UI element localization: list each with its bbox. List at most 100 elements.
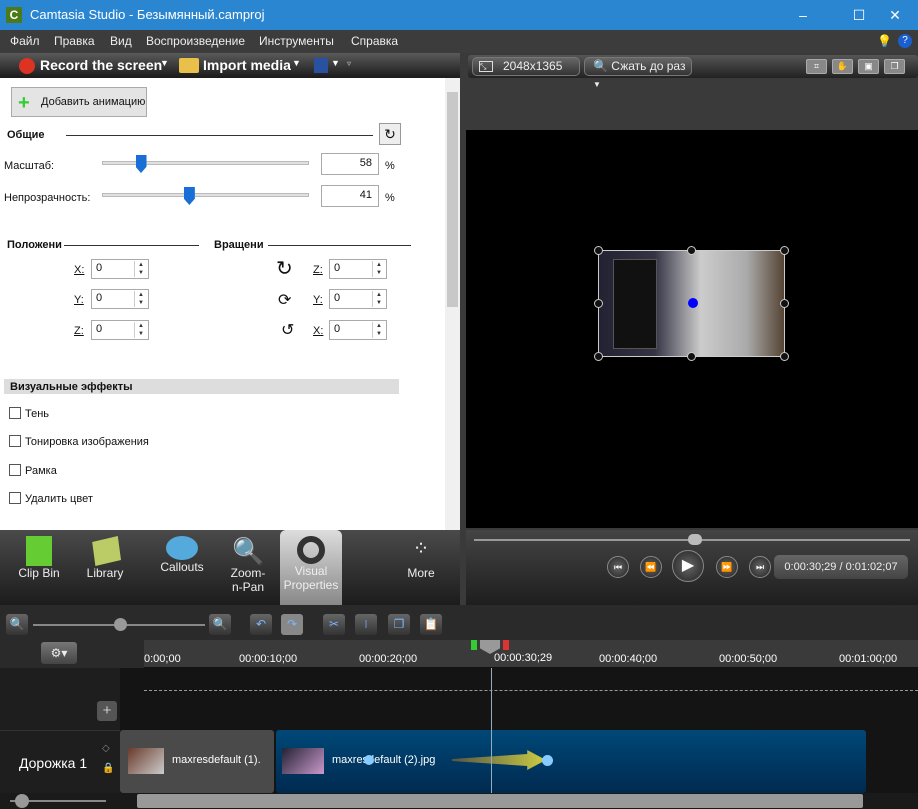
play-button[interactable]: ▶: [672, 550, 704, 582]
tab-zoom-n-pan[interactable]: 🔍 Zoom-n-Pan: [218, 530, 278, 605]
video-frame-image[interactable]: [598, 250, 785, 357]
shadow-checkbox[interactable]: [9, 407, 21, 419]
resize-handle[interactable]: [687, 352, 696, 361]
lock-icon[interactable]: 🔒: [102, 763, 114, 774]
opacity-input[interactable]: 41: [321, 185, 379, 207]
skip-forward-button[interactable]: ⏭: [749, 556, 771, 578]
resize-handle[interactable]: [780, 246, 789, 255]
tab-library[interactable]: Library: [74, 530, 136, 605]
detach-icon[interactable]: ❐: [884, 59, 905, 74]
resize-handle[interactable]: [687, 246, 696, 255]
save-icon[interactable]: [314, 58, 328, 73]
menu-view[interactable]: Вид: [110, 34, 132, 48]
resize-handle[interactable]: [594, 352, 603, 361]
resize-handle[interactable]: [780, 352, 789, 361]
crop-icon[interactable]: ⌗: [806, 59, 827, 74]
preview-canvas[interactable]: [466, 130, 918, 528]
rewind-button[interactable]: ⏪: [640, 556, 662, 578]
seek-thumb[interactable]: [687, 534, 702, 545]
resize-handle[interactable]: [594, 299, 603, 308]
import-media-button[interactable]: Import media: [203, 57, 291, 73]
pos-y-input[interactable]: 0 ▲ ▼: [91, 289, 149, 309]
vertical-scrollbar[interactable]: [445, 78, 460, 530]
animation-start-keyframe[interactable]: [364, 755, 374, 765]
resize-handle[interactable]: [594, 246, 603, 255]
animation-end-keyframe[interactable]: [542, 755, 553, 766]
skip-back-button[interactable]: ⏮: [607, 556, 629, 578]
menu-tools[interactable]: Инструменты: [259, 34, 334, 48]
rot-z-input[interactable]: 0 ▲ ▼: [329, 259, 387, 279]
scale-input[interactable]: 58: [321, 153, 379, 175]
timeline-ruler[interactable]: 0:00;00 00:00:10;00 00:00:20;00 00:00:30…: [144, 640, 918, 668]
colorize-checkbox[interactable]: [9, 435, 21, 447]
spinner-arrows-icon[interactable]: ▲ ▼: [372, 291, 385, 307]
spinner-arrows-icon[interactable]: ▲ ▼: [134, 261, 147, 277]
clip-2-selected[interactable]: maxresdefault (2).jpg: [276, 730, 866, 793]
opacity-slider-thumb[interactable]: [183, 187, 195, 205]
track-height-thumb[interactable]: [15, 794, 29, 808]
visibility-icon[interactable]: ◇: [102, 743, 110, 754]
help-icon[interactable]: ?: [898, 34, 912, 48]
fit-icon[interactable]: ▣: [858, 59, 879, 74]
chevron-down-icon[interactable]: ▼: [292, 58, 301, 68]
pos-z-input[interactable]: 0 ▲ ▼: [91, 320, 149, 340]
menu-playback[interactable]: Воспроизведение: [146, 34, 245, 48]
reset-icon[interactable]: ↻: [379, 123, 401, 145]
split-icon[interactable]: ⧘: [355, 614, 377, 635]
tab-callouts[interactable]: Callouts: [146, 530, 218, 605]
zoom-dropdown[interactable]: 🔍 Сжать до раз ▼: [584, 57, 692, 89]
copy-icon[interactable]: ❐: [388, 614, 410, 635]
spinner-arrows-icon[interactable]: ▲ ▼: [372, 261, 385, 277]
spinner-arrows-icon[interactable]: ▲ ▼: [372, 322, 385, 338]
zoom-out-icon[interactable]: 🔍: [6, 614, 28, 635]
selection-start-marker[interactable]: [471, 640, 477, 650]
search-icon: 🔍: [593, 59, 608, 73]
scale-slider-thumb[interactable]: [135, 155, 147, 173]
scrollbar-thumb[interactable]: [447, 92, 458, 307]
redo-icon[interactable]: ↷: [281, 614, 303, 635]
pos-x-input[interactable]: 0 ▲ ▼: [91, 259, 149, 279]
close-button[interactable]: ✕: [872, 0, 918, 30]
menu-help[interactable]: Справка: [351, 34, 398, 48]
tab-more[interactable]: ⁘ More: [386, 530, 456, 605]
lightbulb-icon[interactable]: 💡: [877, 34, 892, 48]
hand-icon[interactable]: ✋: [832, 59, 853, 74]
paste-icon[interactable]: 📋: [420, 614, 442, 635]
rot-y-input[interactable]: 0 ▲ ▼: [329, 289, 387, 309]
chevron-down-icon[interactable]: ▼: [160, 58, 169, 68]
menu-edit[interactable]: Правка: [54, 34, 95, 48]
gear-icon[interactable]: ⚙▾: [41, 642, 77, 664]
clip-1[interactable]: maxresdefault (1).: [120, 730, 274, 793]
dimensions-button[interactable]: ⤡ 2048x1365: [472, 57, 580, 76]
record-icon: [19, 58, 35, 74]
chevron-down-icon[interactable]: ▼: [331, 58, 340, 68]
scrollbar-thumb[interactable]: [137, 794, 863, 808]
tab-clip-bin[interactable]: Clip Bin: [4, 530, 74, 605]
pos-x-label: X:: [74, 264, 85, 276]
record-screen-button[interactable]: Record the screen: [40, 57, 162, 73]
spinner-arrows-icon[interactable]: ▲ ▼: [134, 322, 147, 338]
cut-icon[interactable]: ✂: [323, 614, 345, 635]
timeline-scrollbar[interactable]: [0, 793, 918, 809]
timeline-zoom-thumb[interactable]: [114, 618, 127, 631]
selection-end-marker[interactable]: [503, 640, 509, 650]
tab-visual-properties[interactable]: Visual Properties: [280, 530, 342, 605]
scale-slider-track[interactable]: [102, 161, 309, 165]
resize-handle[interactable]: [780, 299, 789, 308]
rot-x-input[interactable]: 0 ▲ ▼: [329, 320, 387, 340]
opacity-slider-track[interactable]: [102, 193, 309, 197]
add-track-button[interactable]: +: [97, 701, 117, 721]
spinner-arrows-icon[interactable]: ▲ ▼: [134, 291, 147, 307]
add-animation-button[interactable]: + Добавить анимацию: [11, 87, 147, 117]
zoom-in-icon[interactable]: 🔍: [209, 614, 231, 635]
overflow-icon[interactable]: ▿: [347, 59, 351, 68]
fast-forward-button[interactable]: ⏩: [716, 556, 738, 578]
center-handle[interactable]: [688, 298, 698, 308]
track-1-header[interactable]: Дорожка 1 ◇ 🔒: [0, 730, 120, 793]
remove-color-checkbox[interactable]: [9, 492, 21, 504]
border-checkbox[interactable]: [9, 464, 21, 476]
animation-arrow[interactable]: [452, 750, 546, 770]
minimize-button[interactable]: –: [780, 0, 826, 30]
undo-icon[interactable]: ↶: [250, 614, 272, 635]
menu-file[interactable]: Файл: [10, 34, 40, 48]
